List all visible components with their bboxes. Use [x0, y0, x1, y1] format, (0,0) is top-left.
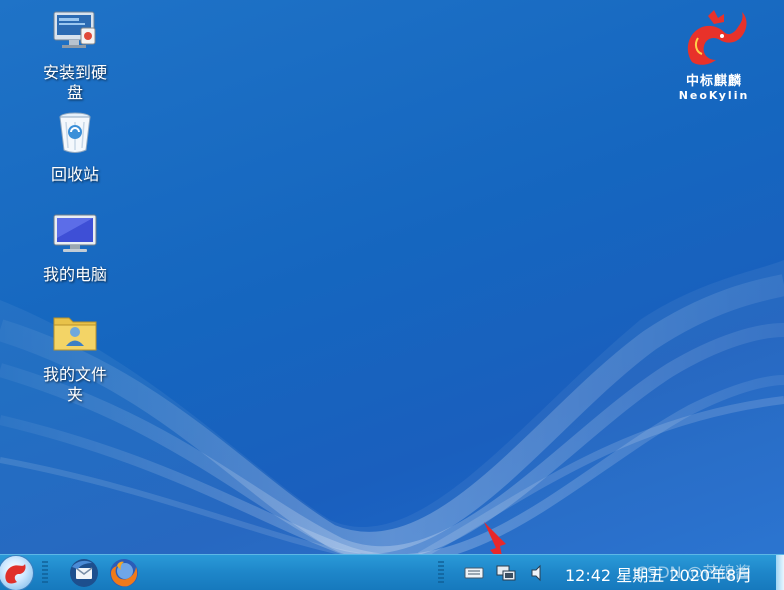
- kylin-dragon-icon: [687, 10, 747, 65]
- desktop-icon-label: 我的文件夹: [42, 365, 107, 404]
- logo-name-cn: 中标麒麟: [685, 74, 742, 89]
- desktop: 安装到硬盘 回收站 我的电脑 我的文件夹 中标麒麟 NeoKylin 12:42…: [0, 0, 784, 590]
- computer-icon: [53, 214, 97, 252]
- desktop-icon-label: 安装到硬盘: [42, 63, 107, 102]
- network-icon[interactable]: [496, 563, 516, 583]
- volume-icon[interactable]: [528, 563, 548, 583]
- start-button[interactable]: [0, 555, 34, 590]
- desktop-icon-label: 回收站: [50, 165, 99, 184]
- firefox-icon[interactable]: [108, 557, 140, 589]
- show-desktop-button[interactable]: [776, 555, 784, 590]
- taskbar: 12:42 星期五 2020年8月 CSDN @芒锦酱: [0, 554, 784, 590]
- desktop-icon-install[interactable]: 安装到硬盘: [30, 8, 120, 103]
- kylin-start-icon: [5, 564, 26, 584]
- neokylin-logo: 中标麒麟 NeoKylin: [674, 8, 754, 102]
- watermark-text: CSDN @芒锦酱: [636, 563, 751, 582]
- taskbar-grip[interactable]: [42, 561, 48, 585]
- taskbar-grip[interactable]: [438, 561, 444, 585]
- desktop-icon-label: 我的电脑: [42, 265, 107, 284]
- desktop-icon-my-computer[interactable]: 我的电脑: [30, 210, 120, 285]
- thunderbird-icon[interactable]: [68, 557, 100, 589]
- recycle-bin-icon: [59, 112, 91, 153]
- desktop-icon-recycle-bin[interactable]: 回收站: [30, 110, 120, 185]
- install-disk-icon: [53, 11, 96, 48]
- user-folder-icon: [53, 317, 97, 351]
- desktop-icon-my-folder[interactable]: 我的文件夹: [30, 310, 120, 405]
- logo-name-en: NeoKylin: [678, 89, 750, 102]
- keyboard-icon[interactable]: [464, 563, 484, 583]
